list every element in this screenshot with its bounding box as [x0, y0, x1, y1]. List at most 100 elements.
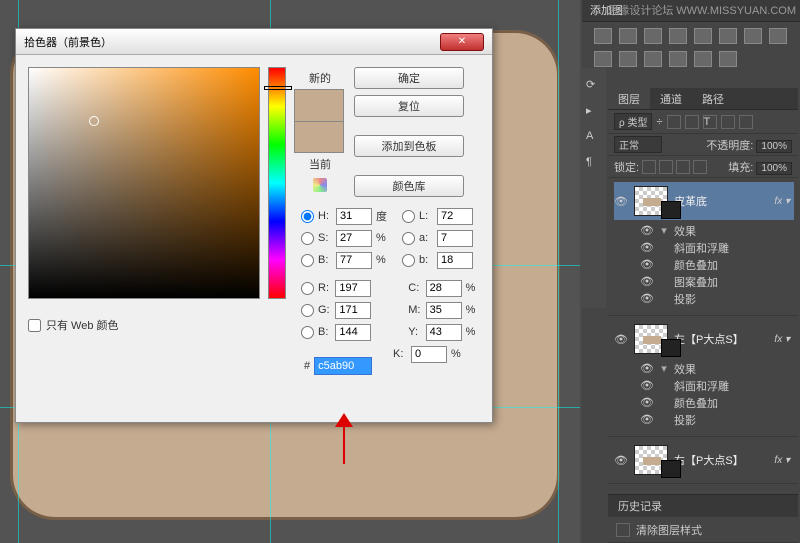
eye-icon[interactable]: 👁 [640, 396, 654, 410]
layer-item[interactable]: 👁 皮革底 fx ▾ 👁▾效果👁斜面和浮雕👁颜色叠加👁图案叠加👁投影 [608, 178, 798, 316]
radio-bv[interactable] [301, 326, 314, 339]
layer-item[interactable]: 👁 左【P大点S】 fx ▾ 👁▾效果👁斜面和浮雕👁颜色叠加👁投影 [608, 316, 798, 437]
opacity-input[interactable]: 100% [756, 140, 792, 153]
web-only-checkbox[interactable] [28, 319, 41, 332]
fx-badge[interactable]: fx ▾ [774, 455, 794, 466]
fx-badge[interactable]: fx ▾ [774, 196, 794, 207]
history-icon[interactable]: ⟳ [586, 78, 602, 94]
threshold-icon[interactable] [694, 51, 712, 67]
curves-icon[interactable] [644, 28, 662, 44]
color-library-button[interactable]: 颜色库 [354, 175, 464, 197]
layer-name[interactable]: 左【P大点S】 [674, 331, 768, 347]
input-y[interactable] [426, 324, 462, 341]
lookup-icon[interactable] [619, 51, 637, 67]
radio-s[interactable] [301, 232, 314, 245]
layer-kind-filter[interactable]: ρ 类型 [614, 113, 652, 130]
input-k[interactable] [411, 346, 447, 363]
eye-icon[interactable]: 👁 [640, 241, 654, 255]
input-r[interactable] [335, 280, 371, 297]
hue-slider[interactable] [268, 67, 286, 299]
input-bv[interactable] [335, 324, 371, 341]
filter-type-icon[interactable]: T [703, 115, 717, 129]
reset-button[interactable]: 复位 [354, 95, 464, 117]
input-m[interactable] [426, 302, 462, 319]
fx-item[interactable]: 👁▾效果 [640, 222, 794, 239]
filter-smart-icon[interactable] [739, 115, 753, 129]
lock-transparency-icon[interactable] [642, 160, 656, 174]
hue-pointer[interactable] [264, 86, 292, 90]
radio-r[interactable] [301, 282, 314, 295]
guide-vertical[interactable] [558, 0, 559, 543]
vibrance-icon[interactable] [694, 28, 712, 44]
fx-badge[interactable]: fx ▾ [774, 334, 794, 345]
levels-icon[interactable] [619, 28, 637, 44]
radio-b[interactable] [301, 254, 314, 267]
current-color-swatch[interactable] [294, 121, 344, 153]
eye-icon[interactable]: 👁 [640, 292, 654, 306]
layer-thumb[interactable] [634, 324, 668, 354]
fx-item[interactable]: 👁图案叠加 [640, 273, 794, 290]
input-g[interactable] [335, 302, 371, 319]
eye-icon[interactable]: 👁 [640, 413, 654, 427]
fx-item[interactable]: 👁投影 [640, 411, 794, 428]
input-l[interactable] [437, 208, 473, 225]
layer-thumb[interactable] [634, 186, 668, 216]
eye-icon[interactable]: 👁 [614, 453, 628, 467]
mask-thumb[interactable] [661, 460, 681, 478]
add-swatch-button[interactable]: 添加到色板 [354, 135, 464, 157]
mixer-icon[interactable] [594, 51, 612, 67]
brightness-icon[interactable] [594, 28, 612, 44]
close-button[interactable]: ✕ [440, 33, 484, 51]
input-h[interactable] [336, 208, 372, 225]
history-item[interactable]: 清除图层样式 [608, 517, 798, 543]
para-icon[interactable]: ¶ [586, 156, 602, 172]
eye-icon[interactable]: 👁 [614, 332, 628, 346]
layer-name[interactable]: 右【P大点S】 [674, 452, 768, 468]
fx-item[interactable]: 👁颜色叠加 [640, 394, 794, 411]
radio-lab-b[interactable] [402, 254, 415, 267]
saturation-value-box[interactable] [28, 67, 260, 299]
radio-g[interactable] [301, 304, 314, 317]
mask-thumb[interactable] [661, 339, 681, 357]
eye-icon[interactable]: 👁 [614, 194, 628, 208]
eye-icon[interactable]: 👁 [640, 224, 654, 238]
hue-icon[interactable] [719, 28, 737, 44]
eye-icon[interactable]: 👁 [640, 258, 654, 272]
tab-history[interactable]: 历史记录 [608, 495, 798, 517]
fx-item[interactable]: 👁颜色叠加 [640, 256, 794, 273]
input-a[interactable] [437, 230, 473, 247]
fx-item[interactable]: 👁斜面和浮雕 [640, 239, 794, 256]
eye-icon[interactable]: 👁 [640, 379, 654, 393]
blend-mode-select[interactable]: 正常 [614, 136, 662, 153]
layer-name[interactable]: 皮革底 [674, 193, 768, 209]
actions-icon[interactable]: ▸ [586, 104, 602, 120]
invert-icon[interactable] [644, 51, 662, 67]
fx-item[interactable]: 👁投影 [640, 290, 794, 307]
mask-thumb[interactable] [661, 201, 681, 219]
radio-l[interactable] [402, 210, 415, 223]
color-cube-icon[interactable] [313, 178, 327, 192]
char-icon[interactable]: A [586, 130, 602, 146]
radio-a[interactable] [402, 232, 415, 245]
tab-layers[interactable]: 图层 [608, 88, 650, 109]
bw-icon[interactable] [744, 28, 762, 44]
fx-item[interactable]: 👁▾效果 [640, 360, 794, 377]
eye-icon[interactable]: 👁 [640, 275, 654, 289]
input-s[interactable] [336, 230, 372, 247]
sv-cursor[interactable] [89, 116, 99, 126]
photo-filter-icon[interactable] [769, 28, 787, 44]
posterize-icon[interactable] [669, 51, 687, 67]
fx-item[interactable]: 👁斜面和浮雕 [640, 377, 794, 394]
layer-item[interactable]: 👁 右【P大点S】 fx ▾ [608, 437, 798, 484]
lock-all-icon[interactable] [693, 160, 707, 174]
gradient-map-icon[interactable] [719, 51, 737, 67]
input-c[interactable] [426, 280, 462, 297]
dialog-titlebar[interactable]: 拾色器（前景色） ✕ [16, 29, 492, 55]
input-b[interactable] [336, 252, 372, 269]
filter-pixel-icon[interactable] [667, 115, 681, 129]
exposure-icon[interactable] [669, 28, 687, 44]
ok-button[interactable]: 确定 [354, 67, 464, 89]
radio-h[interactable] [301, 210, 314, 223]
tab-channels[interactable]: 通道 [650, 88, 692, 109]
lock-paint-icon[interactable] [659, 160, 673, 174]
